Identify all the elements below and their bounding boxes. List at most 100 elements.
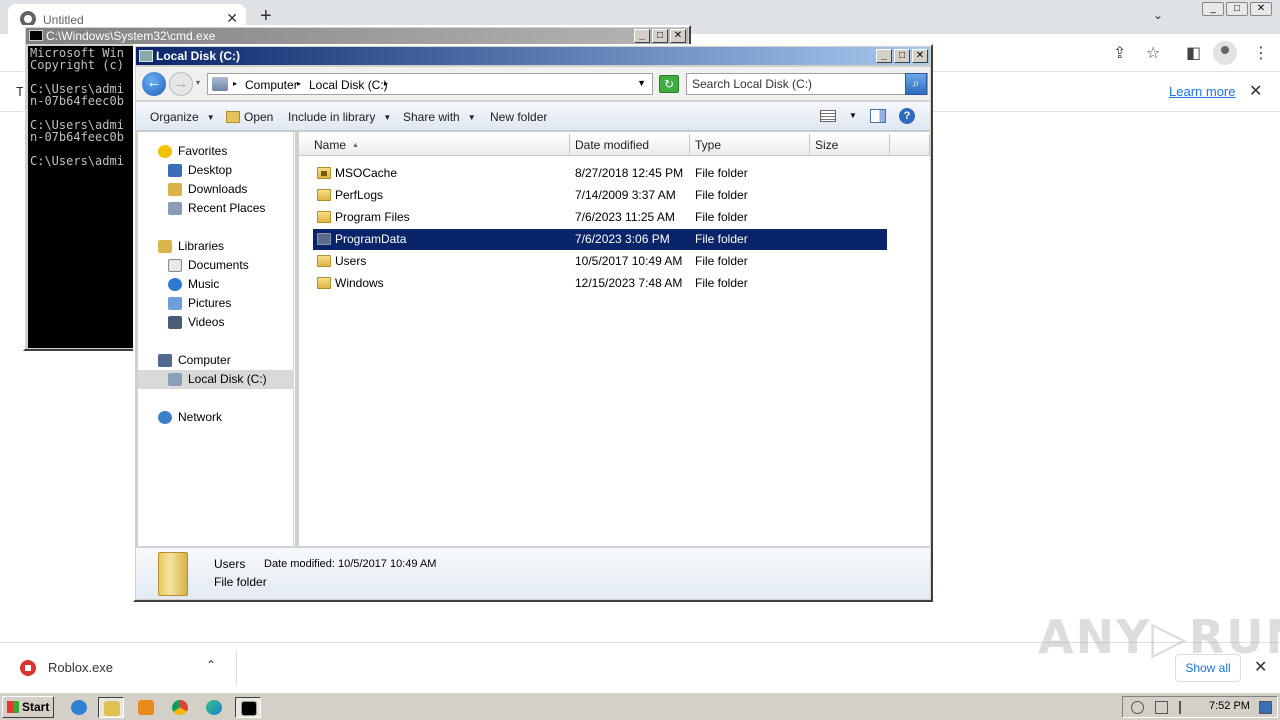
file-row-perflogs[interactable]: PerfLogs 7/14/2009 3:37 AM File folder	[313, 185, 887, 206]
file-row-programdata[interactable]: ProgramData 7/6/2023 3:06 PM File folder	[313, 229, 887, 250]
network-icon[interactable]	[1155, 701, 1168, 714]
flag-icon[interactable]	[1179, 701, 1192, 714]
help-icon[interactable]: ?	[899, 108, 915, 124]
minimize-icon[interactable]: _	[1202, 2, 1224, 16]
maximize-button[interactable]: □	[894, 49, 910, 63]
videos-icon	[168, 316, 182, 329]
download-divider	[236, 651, 237, 685]
explorer-window[interactable]: Local Disk (C:) _ □ ✕ ← → ▾ ▸ Computer ▸…	[133, 44, 933, 602]
nav-item-recent-places[interactable]: Recent Places	[138, 199, 294, 218]
clock[interactable]: 7:52 PM	[1209, 700, 1250, 712]
explorer-titlebar[interactable]: Local Disk (C:) _ □ ✕	[136, 47, 930, 65]
column-header-name[interactable]: Name ▲	[299, 134, 570, 156]
recent-pages-chevron-icon[interactable]: ▾	[196, 78, 200, 87]
include-in-library-menu[interactable]: Include in library ▼	[288, 110, 391, 124]
file-row-windows[interactable]: Windows 12/15/2023 7:48 AM File folder	[313, 273, 887, 294]
minimize-button[interactable]: _	[634, 29, 650, 43]
change-view-icon[interactable]	[820, 110, 836, 122]
nav-item-documents[interactable]: Documents	[138, 256, 294, 275]
nav-item-videos[interactable]: Videos	[138, 313, 294, 332]
taskbar-media-player[interactable]	[133, 697, 159, 718]
download-options-chevron-icon[interactable]: ⌃	[206, 658, 216, 672]
file-row-msocache[interactable]: MSOCache 8/27/2018 12:45 PM File folder	[313, 163, 887, 184]
infobar-close-icon[interactable]: ✕	[1249, 81, 1262, 101]
nav-item-network[interactable]: Network	[138, 408, 294, 427]
cmd-titlebar[interactable]: C:\Windows\System32\cmd.exe _ □ ✕	[26, 28, 688, 44]
organize-menu[interactable]: Organize ▼	[150, 110, 215, 124]
edge-icon	[206, 700, 222, 715]
open-button[interactable]: Open	[226, 110, 273, 124]
back-button[interactable]: ←	[142, 72, 166, 96]
taskbar-explorer[interactable]	[98, 697, 124, 718]
nav-item-local-disk[interactable]: Local Disk (C:)	[138, 370, 294, 389]
menu-kebab-icon[interactable]: ⋮	[1253, 43, 1269, 63]
forward-button[interactable]: →	[169, 72, 193, 96]
column-header-type[interactable]: Type	[690, 134, 810, 156]
tab-search-chevron-icon[interactable]: ⌄	[1153, 8, 1163, 22]
close-button[interactable]: ✕	[912, 49, 928, 63]
nav-item-computer[interactable]: Computer	[138, 351, 294, 370]
breadcrumb-local-disk[interactable]: Local Disk (C:)	[309, 78, 388, 92]
column-header-date-modified[interactable]: Date modified	[570, 134, 690, 156]
view-options-chevron-icon[interactable]: ▼	[849, 111, 857, 120]
explorer-caption-buttons: _ □ ✕	[876, 49, 928, 63]
windows-logo-icon	[7, 701, 19, 713]
maximize-button[interactable]: □	[652, 29, 668, 43]
start-button[interactable]: Start	[2, 696, 54, 718]
side-panel-icon[interactable]: ◧	[1186, 43, 1201, 63]
nav-item-pictures[interactable]: Pictures	[138, 294, 294, 313]
nav-item-desktop[interactable]: Desktop	[138, 161, 294, 180]
network-icon	[158, 411, 172, 424]
address-bar[interactable]: ▸ Computer ▸ Local Disk (C:) ▸ ▼	[207, 73, 653, 95]
address-dropdown-icon[interactable]: ▼	[637, 78, 646, 88]
taskbar-edge[interactable]	[201, 697, 227, 718]
nav-item-downloads[interactable]: Downloads	[138, 180, 294, 199]
chevron-down-icon: ▼	[383, 113, 392, 122]
breadcrumb-arrow-icon[interactable]: ▸	[384, 79, 388, 88]
file-row-program-files[interactable]: Program Files 7/6/2023 11:25 AM File fol…	[313, 207, 887, 228]
column-header-size[interactable]: Size	[810, 134, 890, 156]
search-input[interactable]: Search Local Disk (C:) ⌕	[686, 73, 928, 95]
console-icon	[29, 30, 43, 41]
file-list: Name ▲ Date modified Type Size MSOCache 8…	[299, 132, 930, 546]
preview-pane-icon[interactable]	[870, 109, 886, 123]
search-placeholder: Search Local Disk (C:)	[692, 77, 813, 91]
show-desktop-icon[interactable]	[1259, 701, 1272, 714]
nav-item-libraries[interactable]: Libraries	[138, 237, 294, 256]
taskbar-cmd[interactable]	[235, 697, 261, 718]
profile-avatar-icon[interactable]	[1213, 41, 1237, 65]
music-icon	[168, 278, 182, 291]
local-disk-icon	[168, 373, 182, 386]
command-bar: Organize ▼ Open Include in library ▼ Share…	[136, 101, 930, 131]
star-icon	[158, 145, 172, 158]
share-icon[interactable]: ⇪	[1113, 43, 1126, 63]
volume-icon[interactable]	[1131, 701, 1144, 714]
nav-item-favorites[interactable]: Favorites	[138, 142, 294, 161]
breadcrumb-arrow-icon[interactable]: ▸	[233, 79, 237, 88]
refresh-button[interactable]: ↻	[659, 75, 679, 93]
learn-more-link[interactable]: Learn more	[1169, 84, 1235, 99]
taskbar-ie[interactable]	[66, 697, 92, 718]
hidden-folder-icon	[317, 233, 331, 245]
breadcrumb-computer[interactable]: Computer	[245, 78, 298, 92]
folder-icon	[317, 189, 331, 201]
file-row-users[interactable]: Users 10/5/2017 10:49 AM File folder	[313, 251, 887, 272]
restore-icon[interactable]: □	[1226, 2, 1248, 16]
breadcrumb-arrow-icon[interactable]: ▸	[297, 79, 301, 88]
taskbar-chrome[interactable]	[167, 697, 193, 718]
nav-item-music[interactable]: Music	[138, 275, 294, 294]
folder-icon	[158, 552, 188, 596]
share-with-menu[interactable]: Share with ▼	[403, 110, 476, 124]
bookmark-star-icon[interactable]: ☆	[1146, 43, 1160, 63]
taskbar: Start 7:52 PM	[0, 692, 1280, 720]
download-filename[interactable]: Roblox.exe	[48, 660, 113, 675]
roblox-file-icon	[20, 660, 36, 676]
close-button[interactable]: ✕	[670, 29, 686, 43]
minimize-button[interactable]: _	[876, 49, 892, 63]
documents-icon	[168, 259, 182, 272]
search-icon[interactable]: ⌕	[905, 73, 927, 95]
new-folder-button[interactable]: New folder	[490, 110, 547, 124]
folder-icon	[317, 277, 331, 289]
close-icon[interactable]: ✕	[1250, 2, 1272, 16]
libraries-icon	[158, 240, 172, 253]
